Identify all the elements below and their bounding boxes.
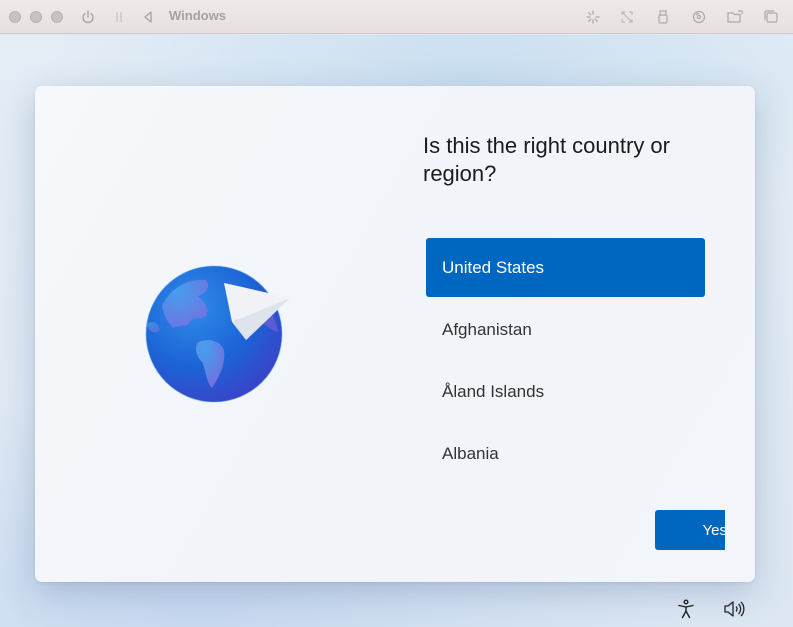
window-title: Windows [169,8,226,23]
disc-icon[interactable] [689,7,709,27]
window-icon[interactable] [761,7,781,27]
back-icon[interactable] [138,7,158,27]
window-controls [9,10,63,23]
close-window-button[interactable] [9,10,21,23]
country-item-afghanistan[interactable]: Afghanistan [426,300,705,359]
vm-titlebar: Windows [0,0,793,34]
yes-button-label: Yes [702,521,725,539]
volume-icon[interactable] [723,598,745,620]
fullscreen-icon[interactable] [617,7,637,27]
country-item-aland-islands[interactable]: Åland Islands [426,362,705,421]
accessibility-icon[interactable] [675,598,697,620]
pause-icon[interactable] [109,7,129,27]
yes-button[interactable]: Yes [655,510,725,550]
globe-illustration [140,258,310,408]
page-title: Is this the right country or region? [423,133,670,186]
usb-icon[interactable] [653,7,673,27]
oobe-card: Is this the right country or region? Uni… [35,86,755,582]
spinner-icon[interactable] [583,7,603,27]
country-list[interactable]: United States Afghanistan Åland Islands … [426,238,705,486]
minimize-window-button[interactable] [30,10,42,23]
shared-folder-icon[interactable] [725,7,745,27]
country-item-united-states[interactable]: United States [426,238,705,297]
power-icon[interactable] [78,7,98,27]
zoom-window-button[interactable] [51,10,63,23]
country-item-albania[interactable]: Albania [426,424,705,483]
